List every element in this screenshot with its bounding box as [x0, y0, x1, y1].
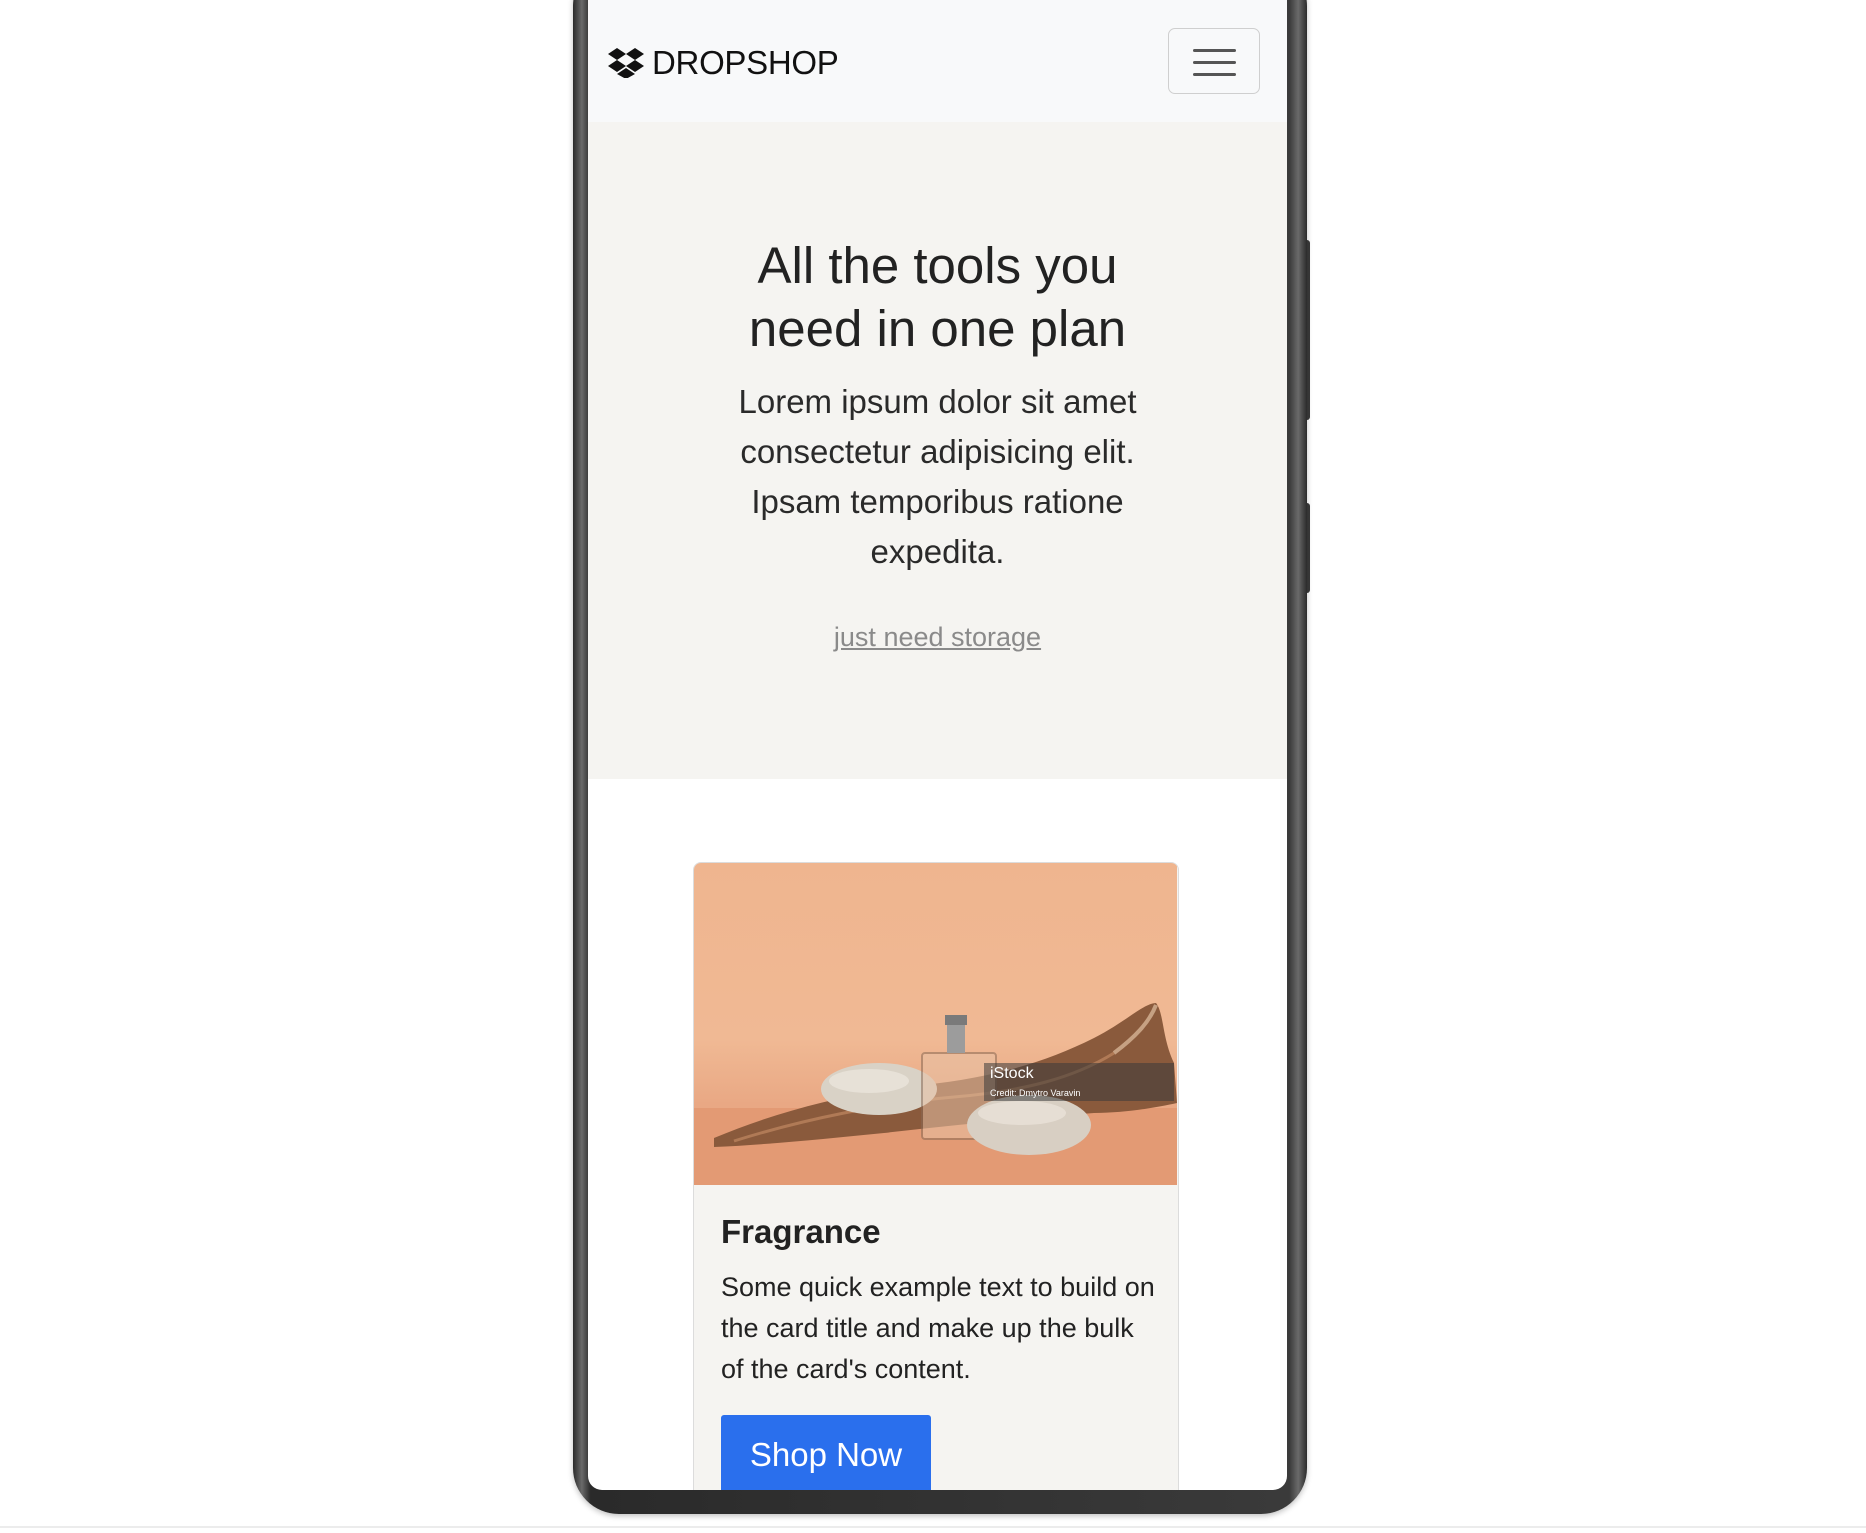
- phone-screen: DROPSHOP All the tools you need in one p…: [588, 0, 1287, 1490]
- page-divider: [0, 1526, 1866, 1528]
- hero-link-wrapper: just need storage: [588, 622, 1287, 653]
- hamburger-menu-icon: [1193, 49, 1236, 52]
- card-image: iStock Credit: Dmytro Varavin: [694, 863, 1177, 1185]
- hamburger-menu-icon: [1193, 73, 1236, 76]
- hero-description: Lorem ipsum dolor sit amet consectetur a…: [738, 383, 1137, 570]
- brand-link[interactable]: DROPSHOP: [608, 44, 839, 82]
- navbar-toggle-button[interactable]: [1168, 28, 1260, 94]
- hero-section: All the tools you need in one plan Lorem…: [588, 122, 1287, 779]
- card-title: Fragrance: [721, 1213, 881, 1250]
- card-text: Some quick example text to build on the …: [721, 1272, 1155, 1384]
- hero-title-line: need in one plan: [748, 300, 1127, 357]
- hero-title-line: All the tools you: [757, 237, 1118, 294]
- storage-link[interactable]: just need storage: [834, 622, 1041, 652]
- shop-now-button[interactable]: Shop Now: [721, 1415, 931, 1490]
- hamburger-menu-icon: [1193, 61, 1236, 64]
- product-card: iStock Credit: Dmytro Varavin Fragrance …: [693, 862, 1179, 1490]
- watermark-brand: iStock: [990, 1065, 1034, 1082]
- watermark-credit: Credit: Dmytro Varavin: [990, 1088, 1081, 1098]
- image-watermark: iStock Credit: Dmytro Varavin: [990, 1065, 1080, 1101]
- hero-title: All the tools you need in one plan: [588, 234, 1287, 360]
- page-canvas: DROPSHOP All the tools you need in one p…: [0, 0, 1866, 1533]
- dropbox-icon: [608, 48, 644, 78]
- navbar: DROPSHOP: [588, 0, 1287, 122]
- brand-name: DROPSHOP: [652, 44, 839, 81]
